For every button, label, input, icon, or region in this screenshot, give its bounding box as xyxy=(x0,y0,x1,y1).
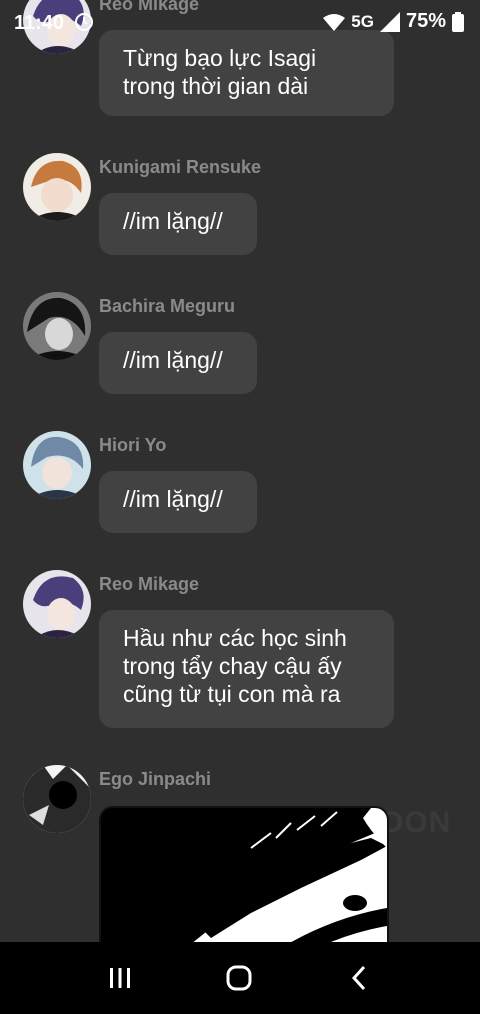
message-text: trong thời gian dài xyxy=(123,73,309,99)
sender-name: Ego Jinpachi xyxy=(99,769,212,789)
status-time: 11:40 xyxy=(14,12,65,34)
avatar[interactable] xyxy=(23,570,91,638)
message-bubble[interactable]: Hầu như các học sinh trong tẩy chay cậu … xyxy=(99,610,394,728)
message-bubble[interactable]: //im lặng// xyxy=(99,471,257,533)
message-text: trong tẩy chay cậu ấy xyxy=(123,653,342,679)
message-text: cũng từ tụi con mà ra xyxy=(123,681,341,707)
back-button[interactable] xyxy=(339,962,379,994)
avatar[interactable] xyxy=(23,292,91,360)
back-icon xyxy=(351,965,366,991)
avatar[interactable] xyxy=(23,431,91,499)
message-text: Từng bạo lực Isagi xyxy=(123,45,317,71)
message-text: //im lặng// xyxy=(123,486,223,512)
wifi-icon xyxy=(323,13,346,31)
navigation-bar xyxy=(0,942,480,1014)
network-label: 5G xyxy=(351,11,374,31)
home-button[interactable] xyxy=(219,962,259,994)
status-bar: 11:40 5G 75% xyxy=(0,0,480,44)
recents-icon xyxy=(110,968,130,988)
sender-name: Hiori Yo xyxy=(99,435,167,455)
recents-button[interactable] xyxy=(100,962,140,994)
manga-panel-image xyxy=(101,808,387,942)
avatar[interactable] xyxy=(23,153,91,221)
sender-name: Reo Mikage xyxy=(99,574,200,594)
sender-name: Kunigami Rensuke xyxy=(99,157,262,177)
message-text: Hầu như các học sinh xyxy=(123,625,347,651)
image-attachment[interactable] xyxy=(99,806,389,942)
battery-icon xyxy=(452,11,464,32)
message-text: //im lặng// xyxy=(123,347,223,373)
message-bubble[interactable]: //im lặng// xyxy=(99,332,257,394)
message-bubble[interactable]: //im lặng// xyxy=(99,193,257,255)
signal-icon xyxy=(379,11,400,32)
watermark-text: OON xyxy=(380,806,452,839)
chat-thread[interactable]: Reo Mikage Từng bạo lực Isagi trong thời… xyxy=(0,0,480,942)
sender-name: Bachira Meguru xyxy=(99,296,236,316)
message-text: //im lặng// xyxy=(123,208,223,234)
home-icon xyxy=(226,965,252,991)
avatar[interactable] xyxy=(23,765,91,833)
status-indicators: 5G 75% xyxy=(323,10,464,33)
alarm-icon xyxy=(74,12,94,32)
battery-percent: 75% xyxy=(405,10,446,32)
